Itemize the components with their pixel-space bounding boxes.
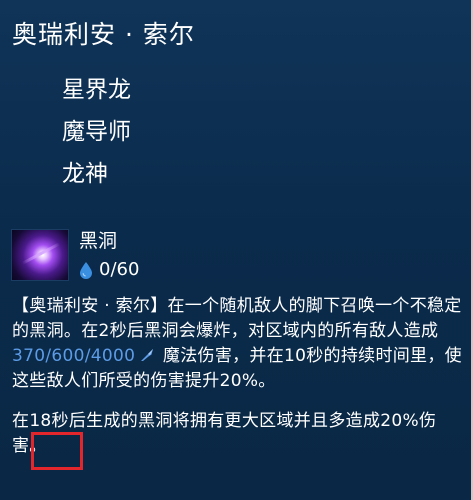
trait-item: 魔导师 — [62, 119, 131, 145]
black-hole-icon-streak — [21, 242, 61, 265]
highlight-annotation-box — [31, 432, 83, 470]
description-text: 【奥瑞利安 · 索尔】在一个随机敌人的脚下召唤一个不稳定的黑洞。在2秒后黑洞会爆… — [12, 296, 462, 341]
champion-tooltip-panel: 奥瑞利安 · 索尔 星界龙 魔导师 龙神 黑洞 0/60 【奥瑞利安 · 索尔】… — [0, 0, 473, 500]
description-text: 在 — [12, 411, 30, 431]
highlighted-duration: 18秒 — [29, 411, 69, 431]
champion-name: 奥瑞利安 · 索尔 — [12, 20, 195, 49]
damage-values: 370/600/4000 — [12, 346, 136, 366]
trait-item: 龙神 — [62, 161, 108, 187]
trait-item: 星界龙 — [62, 77, 131, 103]
ability-power-icon — [141, 349, 154, 361]
trait-list: 星界龙 魔导师 龙神 — [62, 76, 131, 202]
water-drop-icon — [80, 262, 92, 279]
ability-name: 黑洞 — [79, 230, 118, 252]
mana-value: 0/60 — [99, 259, 140, 280]
description-paragraph: 【奥瑞利安 · 索尔】在一个随机敌人的脚下召唤一个不稳定的黑洞。在2秒后黑洞会爆… — [12, 294, 464, 394]
ability-mana: 0/60 — [79, 258, 139, 282]
black-hole-icon — [12, 230, 68, 280]
